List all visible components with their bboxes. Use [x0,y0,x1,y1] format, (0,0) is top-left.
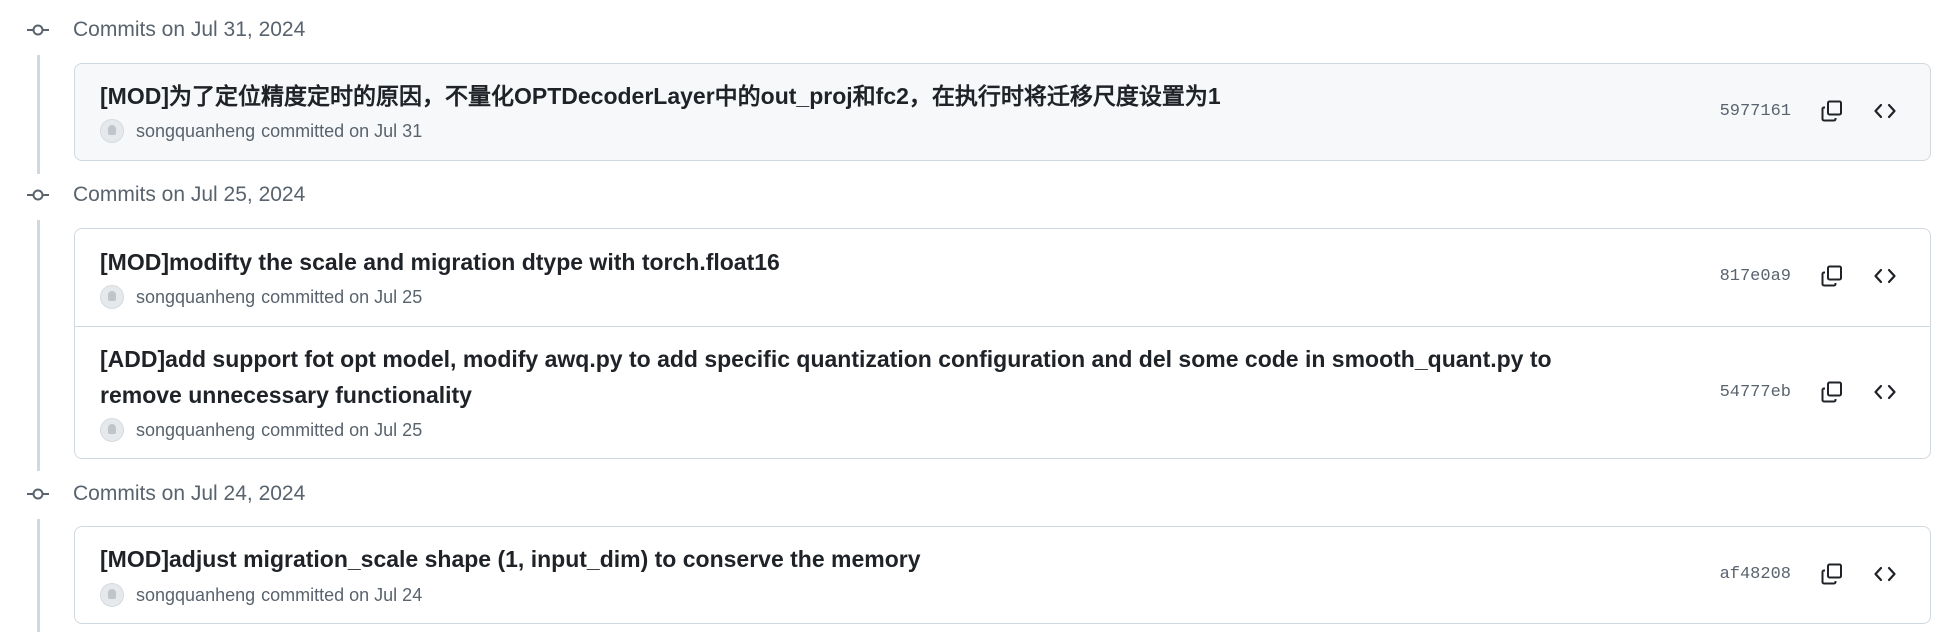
avatar-icon[interactable] [100,285,124,309]
commit-group-header: Commits on Jul 31, 2024 [0,15,400,45]
commit-group-title: Commits on Jul 24, 2024 [73,482,306,505]
browse-repo-button[interactable] [1868,259,1902,293]
commit-list: [MOD]为了定位精度定时的原因，不量化OPTDecoderLayer中的out… [74,63,1931,161]
avatar-icon[interactable] [100,583,124,607]
timeline-rail [37,55,40,174]
code-icon [1874,566,1896,582]
avatar-icon[interactable] [100,119,124,143]
commit-meta: songquanheng committed on Jul 31 [100,118,422,144]
copy-icon [1821,100,1842,122]
copy-icon [1821,381,1842,403]
commit-author[interactable]: songquanheng [136,121,255,142]
commit-sha-link[interactable]: 54777eb [1720,383,1791,402]
commit-row[interactable]: [MOD]modifty the scale and migration dty… [75,229,1930,326]
code-icon [1874,268,1896,284]
commit-group-title: Commits on Jul 31, 2024 [73,18,306,41]
timeline-rail [37,220,40,471]
copy-sha-button[interactable] [1815,94,1849,128]
code-icon [1874,384,1896,400]
commit-group-header: Commits on Jul 24, 2024 [0,479,400,509]
avatar-icon[interactable] [100,418,124,442]
commit-date: committed on Jul 25 [261,286,423,307]
commit-message[interactable]: [MOD]modifty the scale and migration dty… [100,244,1620,280]
commit-author[interactable]: songquanheng [136,420,255,441]
timeline-rail [37,519,40,632]
commit-row[interactable]: [MOD]为了定位精度定时的原因，不量化OPTDecoderLayer中的out… [75,64,1930,160]
commit-sha-link[interactable]: 5977161 [1720,102,1791,121]
commit-author[interactable]: songquanheng [136,585,255,606]
commit-meta: songquanheng committed on Jul 25 [100,284,422,310]
commit-group-title: Commits on Jul 25, 2024 [73,183,306,206]
copy-icon [1821,265,1842,287]
commit-row[interactable]: [ADD]add support fot opt model, modify a… [75,326,1930,458]
commit-meta: songquanheng committed on Jul 24 [100,582,422,608]
commit-message[interactable]: [MOD]adjust migration_scale shape (1, in… [100,541,1620,577]
commit-list: [MOD]adjust migration_scale shape (1, in… [74,526,1931,624]
commit-timeline: Commits on Jul 31, 2024 [MOD]为了定位精度定时的原因… [0,0,1938,632]
commit-sha-link[interactable]: af48208 [1720,565,1791,584]
git-commit-icon [27,488,49,500]
commit-group-header: Commits on Jul 25, 2024 [0,180,400,210]
commit-sha-link[interactable]: 817e0a9 [1720,267,1791,286]
commit-author[interactable]: songquanheng [136,287,255,308]
copy-icon [1821,563,1842,585]
code-icon [1874,103,1896,119]
commit-list: [MOD]modifty the scale and migration dty… [74,228,1931,459]
commit-date: committed on Jul 24 [261,584,423,605]
copy-sha-button[interactable] [1815,557,1849,591]
git-commit-icon [27,189,49,201]
commit-date: committed on Jul 31 [261,120,423,141]
commit-date: committed on Jul 25 [261,419,423,440]
commit-meta: songquanheng committed on Jul 25 [100,417,422,443]
commit-row[interactable]: [MOD]adjust migration_scale shape (1, in… [75,527,1930,623]
copy-sha-button[interactable] [1815,375,1849,409]
commit-message[interactable]: [MOD]为了定位精度定时的原因，不量化OPTDecoderLayer中的out… [100,78,1620,114]
browse-repo-button[interactable] [1868,557,1902,591]
browse-repo-button[interactable] [1868,375,1902,409]
commit-message[interactable]: [ADD]add support fot opt model, modify a… [100,341,1620,413]
copy-sha-button[interactable] [1815,259,1849,293]
git-commit-icon [27,24,49,36]
browse-repo-button[interactable] [1868,94,1902,128]
